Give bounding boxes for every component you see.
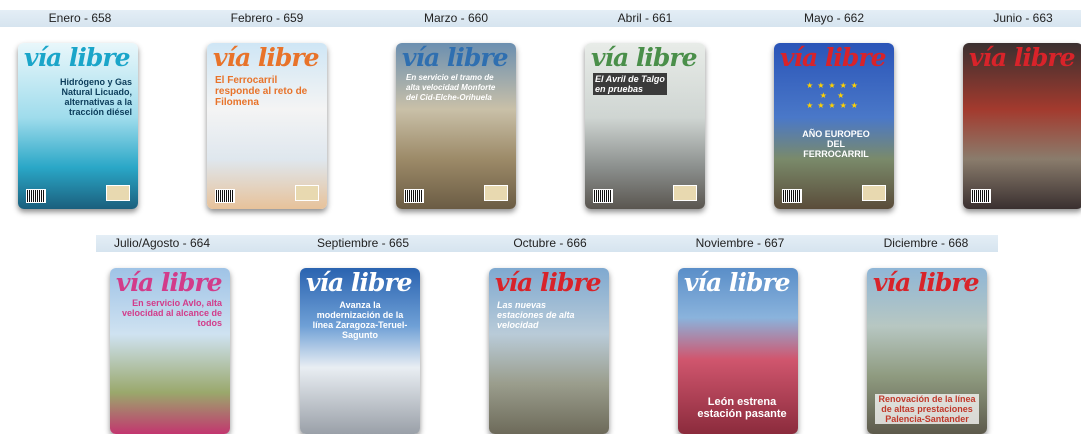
cover-stamp (484, 185, 508, 201)
masthead-logo: vía libre (306, 268, 412, 297)
cover-headline: El Avril de Talgo en pruebas (593, 73, 667, 95)
cover-stamp (673, 185, 697, 201)
cover-junio[interactable]: vía libre (963, 43, 1081, 209)
barcode (593, 189, 613, 203)
cover-stamp (862, 185, 886, 201)
barcode (26, 189, 46, 203)
barcode (215, 189, 235, 203)
barcode (782, 189, 802, 203)
barcode (404, 189, 424, 203)
cover-febrero[interactable]: vía libre El Ferrocarril responde al ret… (207, 43, 327, 209)
cover-headline: AÑO EUROPEO DEL FERROCARRIL (802, 129, 870, 159)
issue-label: Mayo - 662 (803, 11, 865, 25)
cover-headline: El Ferrocarril responde al reto de Filom… (215, 75, 308, 108)
cover-headline: Renovación de la línea de altas prestaci… (875, 394, 979, 424)
row-bar-1 (0, 10, 1081, 27)
masthead-logo: vía libre (213, 43, 319, 72)
cover-septiembre[interactable]: vía libre Avanza la modernización de la … (300, 268, 420, 434)
barcode (971, 189, 991, 203)
masthead-logo: vía libre (24, 43, 130, 72)
masthead-logo: vía libre (969, 43, 1075, 72)
cover-headline: En servicio el tramo de alta velocidad M… (406, 73, 496, 102)
issue-label: Noviembre - 667 (695, 236, 785, 250)
issue-label: Julio/Agosto - 664 (113, 236, 211, 250)
cover-octubre[interactable]: vía libre Las nuevas estaciones de alta … (489, 268, 609, 434)
issue-label: Octubre - 666 (513, 236, 587, 250)
masthead-logo: vía libre (495, 268, 601, 297)
cover-abril[interactable]: vía libre El Avril de Talgo en pruebas (585, 43, 705, 209)
cover-stamp (106, 185, 130, 201)
masthead-logo: vía libre (780, 43, 886, 72)
masthead-logo: vía libre (684, 268, 790, 297)
cover-noviembre[interactable]: vía libre León estrena estación pasante (678, 268, 798, 434)
cover-enero[interactable]: vía libre Hidrógeno y Gas Natural Licuad… (18, 43, 138, 209)
issue-label: Marzo - 660 (423, 11, 489, 25)
eu-stars: ★★★★★ ★ ★ ★★★★★ (806, 81, 862, 110)
issue-label: Enero - 658 (48, 11, 112, 25)
cover-headline: León estrena estación pasante (697, 396, 787, 420)
cover-mayo[interactable]: vía libre ★★★★★ ★ ★ ★★★★★ AÑO EUROPEO DEL … (774, 43, 894, 209)
cover-diciembre[interactable]: vía libre Renovación de la línea de alta… (867, 268, 987, 434)
cover-headline: Las nuevas estaciones de alta velocidad (497, 300, 575, 330)
issue-label: Diciembre - 668 (883, 236, 969, 250)
issue-label: Septiembre - 665 (316, 236, 410, 250)
cover-marzo[interactable]: vía libre En servicio el tramo de alta v… (396, 43, 516, 209)
cover-headline: Hidrógeno y Gas Natural Licuado, alterna… (59, 77, 132, 117)
issue-label: Abril - 661 (617, 11, 673, 25)
masthead-logo: vía libre (591, 43, 697, 72)
masthead-logo: vía libre (402, 43, 508, 72)
cover-stamp (295, 185, 319, 201)
cover-headline: En servicio Avlo, alta velocidad al alca… (121, 298, 222, 328)
cover-headline: Avanza la modernización de la línea Zara… (312, 300, 408, 340)
issue-label: Febrero - 659 (230, 11, 304, 25)
masthead-logo: vía libre (873, 268, 979, 297)
cover-julio-agosto[interactable]: vía libre En servicio Avlo, alta velocid… (110, 268, 230, 434)
masthead-logo: vía libre (116, 268, 222, 297)
issue-label: Junio - 663 (993, 11, 1053, 25)
